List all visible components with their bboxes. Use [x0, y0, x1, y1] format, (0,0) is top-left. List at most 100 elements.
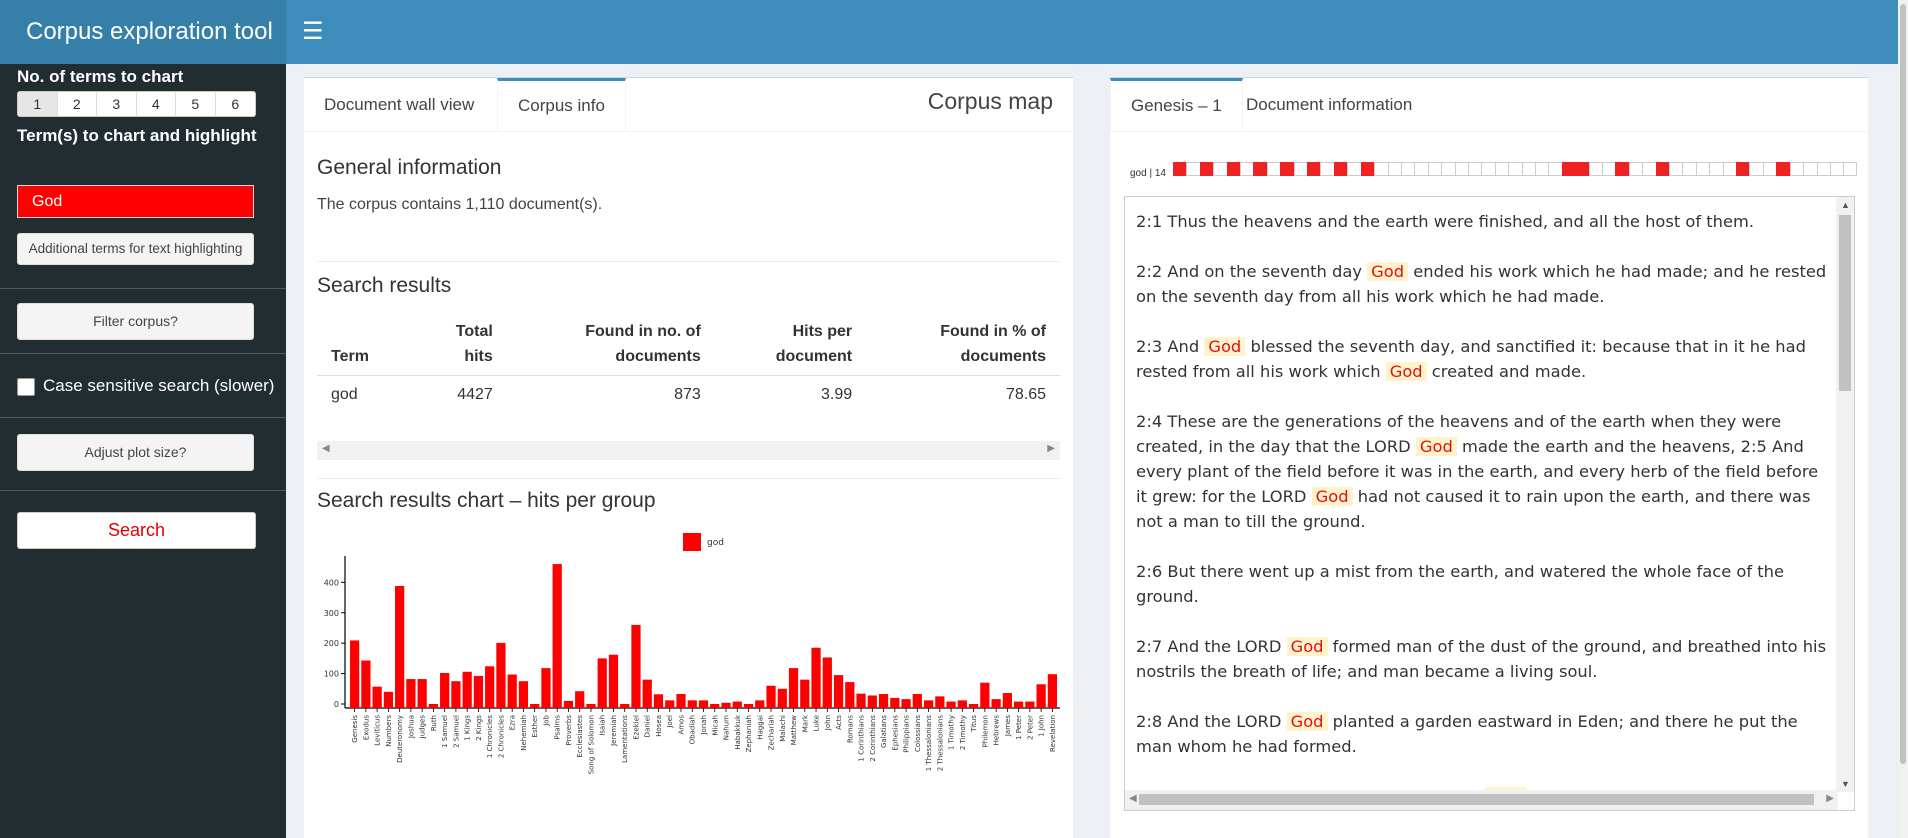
col-header-found-pct[interactable]: Found in % of documents	[866, 315, 1060, 376]
strip-cell[interactable]	[1414, 162, 1428, 176]
strip-cell[interactable]	[1709, 162, 1723, 176]
col-header-found-in-docs[interactable]: Found in no. of documents	[506, 315, 715, 376]
search-results-table: Term Total hits Found in no. of documents …	[317, 315, 1060, 414]
strip-cell[interactable]	[1628, 162, 1643, 176]
text-vertical-scrollbar-thumb[interactable]	[1839, 215, 1851, 391]
strip-cell[interactable]	[1534, 162, 1549, 176]
strip-cell[interactable]	[1803, 162, 1817, 176]
strip-cell[interactable]	[1320, 162, 1334, 176]
strip-cell[interactable]	[1521, 162, 1535, 176]
x-tick-label: Deuteronomy	[396, 715, 404, 763]
tab-corpus-info[interactable]: Corpus info	[497, 78, 626, 131]
page-scrollbar[interactable]	[1898, 0, 1908, 838]
search-button[interactable]: Search	[17, 512, 256, 549]
term-count-option-2[interactable]: 2	[58, 92, 97, 116]
term-count-option-1[interactable]: 1	[18, 92, 58, 116]
strip-cell[interactable]	[1454, 162, 1468, 176]
term-input[interactable]: God	[17, 185, 254, 218]
strip-cell[interactable]	[1481, 162, 1495, 176]
strip-cell[interactable]	[1213, 162, 1227, 176]
x-tick-label: Isaiah	[599, 715, 607, 736]
strip-cell-hit[interactable]	[1333, 162, 1348, 176]
strip-cell[interactable]	[1467, 162, 1482, 176]
term-count-option-5[interactable]: 5	[176, 92, 216, 116]
strip-cell[interactable]	[1695, 162, 1710, 176]
strip-cell[interactable]	[1374, 162, 1388, 176]
hamburger-icon[interactable]: ☰	[302, 20, 324, 44]
strip-cell[interactable]	[1441, 162, 1455, 176]
strip-cell[interactable]	[1186, 162, 1200, 176]
scroll-left-arrow-icon[interactable]: ◀	[322, 443, 330, 454]
strip-cell-hit[interactable]	[1736, 162, 1750, 176]
bar-habakkuk	[732, 701, 742, 708]
tab-document-wall-view[interactable]: Document wall view	[304, 78, 494, 131]
strip-cell[interactable]	[1762, 162, 1777, 176]
strip-cell[interactable]	[1494, 162, 1509, 176]
strip-cell[interactable]	[1508, 162, 1522, 176]
strip-cell-hit[interactable]	[1360, 162, 1375, 176]
term-count-option-3[interactable]: 3	[97, 92, 137, 116]
strip-cell[interactable]	[1347, 162, 1361, 176]
bar-colossians	[912, 693, 922, 708]
scroll-left-arrow-icon[interactable]: ◀	[1129, 793, 1137, 804]
strip-cell[interactable]	[1266, 162, 1281, 176]
strip-cell[interactable]	[1789, 162, 1804, 176]
col-header-term[interactable]: Term	[317, 315, 413, 376]
strip-cell-hit[interactable]	[1776, 162, 1790, 176]
x-tick-label: Jeremiah	[610, 715, 618, 747]
additional-terms-button[interactable]: Additional terms for text highlighting	[17, 233, 254, 265]
case-sensitive-checkbox[interactable]	[17, 378, 35, 396]
strip-cell-hit[interactable]	[1280, 162, 1294, 176]
strip-cell-hit[interactable]	[1253, 162, 1267, 176]
strip-cell[interactable]	[1293, 162, 1308, 176]
scroll-right-arrow-icon[interactable]: ▶	[1047, 443, 1055, 454]
strip-cell-hit[interactable]	[1655, 162, 1670, 176]
strip-cell-hit[interactable]	[1615, 162, 1629, 176]
strip-cell[interactable]	[1843, 162, 1857, 176]
tab-document-information[interactable]: Document information	[1226, 78, 1432, 131]
strip-cell[interactable]	[1682, 162, 1696, 176]
y-tick-label: 300	[324, 609, 339, 618]
strip-cell[interactable]	[1387, 162, 1401, 176]
strip-cell[interactable]	[1816, 162, 1830, 176]
strip-cell[interactable]	[1400, 162, 1415, 176]
strip-cell[interactable]	[1669, 162, 1683, 176]
document-text-panel[interactable]: 2:1 Thus the heavens and the earth were …	[1124, 196, 1855, 811]
col-header-total-hits[interactable]: Total hits	[412, 315, 507, 376]
x-tick-label: Philemon	[981, 715, 989, 747]
scroll-right-arrow-icon[interactable]: ▶	[1826, 793, 1834, 804]
strip-cell[interactable]	[1427, 162, 1442, 176]
strip-cell[interactable]	[1749, 162, 1763, 176]
strip-cell[interactable]	[1548, 162, 1562, 176]
adjust-plot-size-button[interactable]: Adjust plot size?	[17, 434, 254, 471]
case-sensitive-label[interactable]: Case sensitive search (slower)	[43, 376, 274, 396]
strip-cell[interactable]	[1829, 162, 1844, 176]
strip-cell-hit[interactable]	[1226, 162, 1241, 176]
text-horizontal-scrollbar-thumb[interactable]	[1139, 794, 1814, 805]
strip-cell[interactable]	[1642, 162, 1656, 176]
text-horizontal-scrollbar[interactable]: ◀ ▶	[1125, 790, 1838, 810]
filter-corpus-button[interactable]: Filter corpus?	[17, 303, 254, 340]
bar-ecclesiastes	[575, 691, 585, 708]
y-tick-label: 0	[334, 700, 339, 709]
strip-cell[interactable]	[1240, 162, 1254, 176]
table-horizontal-scrollbar[interactable]: ◀ ▶	[317, 441, 1060, 460]
strip-cell-hit[interactable]	[1199, 162, 1214, 176]
term-count-option-6[interactable]: 6	[216, 92, 256, 116]
strip-cell-hit[interactable]	[1561, 162, 1576, 176]
page-scrollbar-thumb[interactable]	[1900, 4, 1906, 764]
term-count-option-4[interactable]: 4	[137, 92, 176, 116]
strip-cell[interactable]	[1602, 162, 1616, 176]
strip-cell[interactable]	[1588, 162, 1602, 176]
text-vertical-scrollbar[interactable]: ▲ ▼	[1836, 197, 1854, 792]
strip-cell-hit[interactable]	[1173, 162, 1187, 176]
strip-cell-hit[interactable]	[1307, 162, 1321, 176]
scroll-down-arrow-icon[interactable]: ▼	[1841, 779, 1850, 789]
scroll-up-arrow-icon[interactable]: ▲	[1841, 200, 1850, 210]
strip-cell[interactable]	[1722, 162, 1737, 176]
tab-genesis-1[interactable]: Genesis – 1	[1110, 78, 1243, 131]
col-header-hits-per-doc[interactable]: Hits per document	[714, 315, 867, 376]
corpus-summary-text: The corpus contains 1,110 document(s).	[317, 196, 603, 213]
strip-cell-hit[interactable]	[1575, 162, 1589, 176]
app-title[interactable]: Corpus exploration tool	[0, 0, 286, 64]
